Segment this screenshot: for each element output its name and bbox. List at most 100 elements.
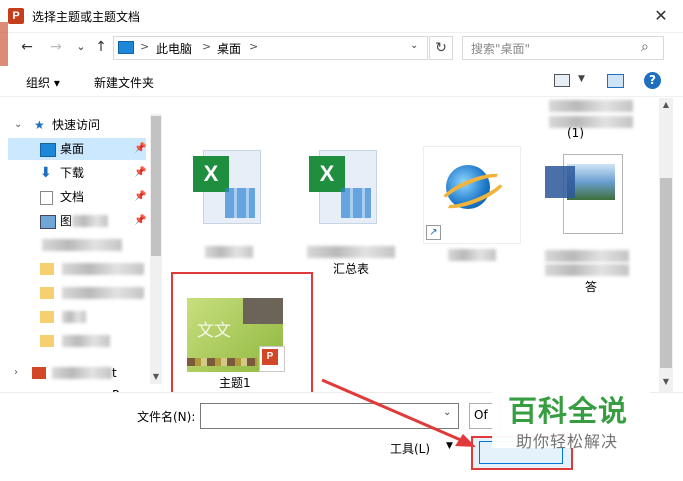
scroll-down-icon[interactable]: ▼ bbox=[149, 372, 163, 381]
expand-caret-icon[interactable]: › bbox=[14, 362, 18, 384]
file-type-text: Of bbox=[474, 408, 488, 422]
blurred-text bbox=[62, 311, 86, 323]
file-caption: (1) bbox=[567, 126, 584, 140]
view-options-icon[interactable] bbox=[554, 74, 570, 87]
blurred-text bbox=[62, 287, 144, 299]
theme1-label: 主题1 bbox=[219, 376, 251, 390]
star-icon: ★ bbox=[34, 118, 45, 132]
folder-icon bbox=[40, 311, 54, 323]
file-list: (1) X X 汇总表 ↗ 答 文文 P 主题1 bbox=[163, 98, 659, 396]
filename-dropdown-icon[interactable]: ⌄ bbox=[443, 407, 451, 418]
excel-icon: X bbox=[309, 150, 379, 230]
file-caption: 答 bbox=[585, 280, 598, 294]
powerpoint-badge-icon: P bbox=[259, 346, 285, 372]
blurred-text bbox=[42, 239, 122, 251]
blurred-text bbox=[205, 246, 253, 258]
blurred-text bbox=[545, 264, 629, 276]
tools-caret-icon[interactable]: ▼ bbox=[446, 441, 453, 451]
computer-icon bbox=[118, 41, 134, 54]
scroll-up-icon[interactable]: ▲ bbox=[659, 100, 673, 109]
organize-button[interactable]: 组织 ▾ bbox=[26, 74, 60, 91]
title-bar: P 选择主题或主题文档 ✕ bbox=[0, 0, 683, 33]
blurred-text bbox=[72, 215, 108, 227]
nav-item-label: 桌面 bbox=[60, 142, 85, 156]
theme-thumbnail[interactable]: 文文 P bbox=[187, 298, 285, 372]
nav-item-documents[interactable]: 文档 📌 bbox=[8, 186, 148, 208]
shortcut-arrow-icon: ↗ bbox=[426, 225, 441, 240]
file-excel-1[interactable]: X bbox=[185, 150, 275, 270]
nav-item-label: 图 bbox=[60, 214, 73, 228]
breadcrumb-separator: > bbox=[140, 40, 150, 53]
nav-item-label: 下载 bbox=[60, 166, 85, 180]
filename-input[interactable] bbox=[200, 403, 459, 429]
blurred-text bbox=[62, 263, 144, 275]
filename-label: 文件名(N): bbox=[137, 410, 196, 424]
scroll-down-icon[interactable]: ▼ bbox=[659, 377, 673, 386]
folder-icon bbox=[40, 335, 54, 347]
tools-button[interactable]: 工具(L) bbox=[390, 440, 430, 457]
address-bar[interactable]: > 此电脑 > 桌面 > ⌄ bbox=[113, 36, 428, 60]
powerpoint-icon: P bbox=[8, 8, 24, 24]
pin-icon[interactable]: 📌 bbox=[134, 138, 146, 160]
desktop-icon bbox=[40, 143, 56, 157]
download-icon: ⬇ bbox=[40, 165, 52, 181]
nav-item-folder[interactable] bbox=[8, 330, 148, 352]
blurred-text bbox=[549, 100, 633, 112]
search-icon: ⌕ bbox=[641, 39, 649, 55]
blurred-text bbox=[52, 367, 112, 379]
powerpoint-icon bbox=[32, 367, 46, 379]
preview-pane-icon[interactable] bbox=[607, 74, 624, 88]
watermark-subtitle: 助你轻松解决 bbox=[516, 432, 619, 451]
blurred-text bbox=[545, 250, 629, 262]
file-word-document[interactable]: 答 bbox=[545, 154, 629, 294]
nav-item-pictures[interactable]: 图 📌 bbox=[8, 210, 148, 232]
file-ie-shortcut[interactable]: ↗ bbox=[423, 146, 521, 261]
up-button[interactable]: ↑ bbox=[92, 38, 110, 56]
breadcrumb-separator: > bbox=[202, 40, 212, 53]
nav-item-blurred[interactable] bbox=[8, 234, 148, 256]
nav-item-folder[interactable] bbox=[8, 258, 148, 280]
nav-quick-access-label: 快速访问 bbox=[52, 118, 101, 132]
expand-caret-icon[interactable]: ⌄ bbox=[14, 114, 22, 136]
nav-item-folder[interactable] bbox=[8, 282, 148, 304]
breadcrumb-this-pc[interactable]: 此电脑 bbox=[156, 40, 192, 57]
address-dropdown-icon[interactable]: ⌄ bbox=[410, 40, 418, 51]
nav-item-downloads[interactable]: ⬇ 下载 📌 bbox=[8, 162, 148, 184]
nav-item-powerpoint[interactable]: › t Power bbox=[8, 362, 148, 402]
file-excel-2[interactable]: X 汇总表 bbox=[299, 150, 399, 276]
view-caret-icon[interactable]: ▼ bbox=[578, 74, 585, 84]
blurred-text bbox=[448, 249, 496, 261]
theme-thumb-text: 文文 bbox=[197, 321, 231, 341]
breadcrumb-separator: > bbox=[249, 40, 259, 53]
close-button[interactable]: ✕ bbox=[648, 4, 674, 28]
blurred-text bbox=[307, 246, 395, 258]
word-icon bbox=[545, 166, 575, 198]
breadcrumb-desktop[interactable]: 桌面 bbox=[217, 40, 241, 57]
watermark-title: 百科全说 bbox=[508, 394, 629, 428]
background-window-edge bbox=[0, 22, 8, 66]
help-button[interactable]: ? bbox=[644, 72, 661, 89]
blurred-text bbox=[549, 116, 633, 128]
navigation-pane: ⌄ ★ 快速访问 桌面 📌 ⬇ 下载 📌 文档 📌 图 📌 › t bbox=[8, 100, 162, 402]
folder-icon bbox=[40, 287, 54, 299]
forward-button[interactable]: → bbox=[47, 38, 65, 56]
refresh-button[interactable]: ↻ bbox=[429, 36, 453, 60]
picture-icon bbox=[40, 215, 56, 229]
pin-icon[interactable]: 📌 bbox=[134, 186, 146, 208]
search-input[interactable]: 搜索"桌面" ⌕ bbox=[462, 36, 664, 60]
folder-icon bbox=[40, 263, 54, 275]
excel-icon: X bbox=[193, 150, 263, 230]
pin-icon[interactable]: 📌 bbox=[134, 210, 146, 232]
search-placeholder: 搜索"桌面" bbox=[471, 42, 531, 56]
nav-quick-access[interactable]: ⌄ ★ 快速访问 bbox=[8, 114, 148, 136]
back-button[interactable]: ← bbox=[18, 38, 36, 56]
pin-icon[interactable]: 📌 bbox=[134, 162, 146, 184]
nav-item-desktop[interactable]: 桌面 📌 bbox=[8, 138, 146, 160]
theme-dark-block bbox=[243, 298, 283, 324]
nav-item-folder[interactable] bbox=[8, 306, 148, 328]
file-caption: 汇总表 bbox=[333, 262, 370, 276]
new-folder-button[interactable]: 新建文件夹 bbox=[94, 74, 154, 91]
nav-scrollbar-thumb[interactable] bbox=[151, 116, 161, 256]
files-scrollbar-thumb[interactable] bbox=[660, 178, 672, 368]
recent-locations-button[interactable]: ⌄ bbox=[72, 38, 90, 56]
